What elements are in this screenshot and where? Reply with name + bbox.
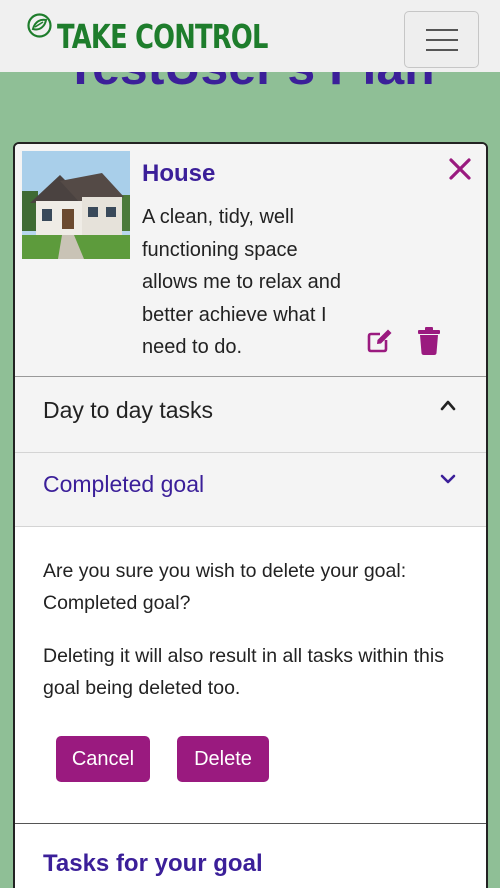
edit-goal-button[interactable] xyxy=(367,327,393,353)
goal-description: A clean, tidy, well functioning space al… xyxy=(142,206,341,358)
hamburger-menu-icon xyxy=(426,29,458,31)
accordion-label: Day to day tasks xyxy=(43,397,214,423)
edit-icon xyxy=(367,329,392,353)
house-photo xyxy=(22,151,130,259)
tasks-heading: Tasks for your goal xyxy=(43,850,263,877)
leaf-logo-icon xyxy=(27,13,52,38)
goal-card-header: House A clean, tidy, well functioning sp… xyxy=(15,144,486,377)
close-icon xyxy=(449,158,471,180)
brand-name: TAKE CONTROL xyxy=(57,17,268,56)
accordion-completed-goal[interactable]: Completed goal xyxy=(15,453,486,527)
delete-confirm-warning: Deleting it will also result in all task… xyxy=(43,645,444,699)
chevron-up-icon xyxy=(440,400,456,411)
goal-title: House xyxy=(142,160,216,187)
trash-icon xyxy=(418,327,440,355)
accordion-label: Completed goal xyxy=(43,471,205,497)
goal-card: House A clean, tidy, well functioning sp… xyxy=(13,142,488,888)
menu-toggle-button[interactable] xyxy=(404,11,479,68)
close-goal-button[interactable] xyxy=(447,154,473,184)
brand-link[interactable]: TAKE CONTROL xyxy=(26,12,327,53)
confirm-delete-button[interactable]: Delete xyxy=(177,736,269,782)
navbar: TAKE CONTROL xyxy=(0,0,500,72)
cancel-button[interactable]: Cancel xyxy=(56,736,150,782)
chevron-down-icon xyxy=(440,474,456,484)
accordion-day-to-day-tasks[interactable]: Day to day tasks xyxy=(15,377,486,453)
delete-confirm-question: Are you sure you wish to delete your goa… xyxy=(43,560,407,614)
divider xyxy=(15,823,486,824)
delete-goal-button[interactable] xyxy=(417,327,441,355)
